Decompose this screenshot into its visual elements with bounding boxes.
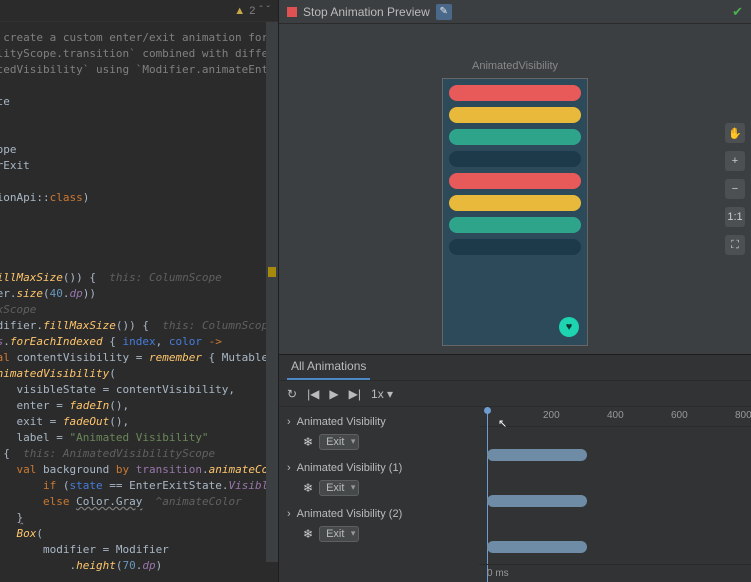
track-row: 331ms <box>479 427 751 473</box>
chevron-right-icon[interactable]: › <box>287 508 291 520</box>
track-bar[interactable] <box>487 495 587 507</box>
track-row: 331ms <box>479 519 751 565</box>
bottom-ruler: 0 ms <box>479 564 751 582</box>
preview-bar <box>449 217 581 233</box>
track-bar[interactable] <box>487 541 587 553</box>
animations-panel: All Animations ↻ |◀ ▶ ▶| 1x ▾ › Animated… <box>279 354 751 582</box>
chevron-right-icon[interactable]: › <box>287 416 291 428</box>
device-frame: ♥ <box>442 78 588 346</box>
chevron-right-icon[interactable]: › <box>287 462 291 474</box>
pan-tool-button[interactable]: ✋ <box>725 123 745 143</box>
step-back-button[interactable]: |◀ <box>307 387 319 401</box>
animation-item: › Animated Visibility (2) ❄ Exit <box>287 505 471 545</box>
code-editor-pane: ▲ 2 ˆ ˇ o create a custom enter/exit ani… <box>0 0 278 582</box>
zoom-fit-button[interactable]: ⛶ <box>725 235 745 255</box>
zoom-reset-button[interactable]: 1:1 <box>725 207 745 227</box>
time-zero-label: 0 ms <box>487 568 509 579</box>
zoom-out-button[interactable]: − <box>725 179 745 199</box>
timeline-ruler[interactable]: 200 400 600 800 <box>479 407 751 427</box>
animation-item: › Animated Visibility ❄ Exit <box>287 413 471 453</box>
preview-toolbar: Stop Animation Preview ✎ ✔ <box>279 0 751 24</box>
preview-component-title: AnimatedVisibility <box>472 60 558 72</box>
state-dropdown[interactable]: Exit <box>319 480 359 496</box>
ruler-tick: 600 <box>671 410 688 421</box>
preview-bar <box>449 173 581 189</box>
freeze-icon[interactable]: ❄ <box>303 435 313 449</box>
play-button[interactable]: ▶ <box>329 387 338 401</box>
restart-button[interactable]: ↻ <box>287 387 297 401</box>
stop-icon[interactable] <box>287 7 297 17</box>
chevron-up-icon[interactable]: ˆ <box>259 5 262 16</box>
warning-icon: ▲ <box>234 5 245 17</box>
editor-inspections-bar: ▲ 2 ˆ ˇ <box>0 0 278 22</box>
freeze-icon[interactable]: ❄ <box>303 481 313 495</box>
animation-controls: ↻ |◀ ▶ ▶| 1x ▾ <box>279 381 751 407</box>
design-mode-button[interactable]: ✎ <box>436 4 452 20</box>
preview-bar <box>449 151 581 167</box>
fab-heart-icon[interactable]: ♥ <box>559 317 579 337</box>
speed-dropdown[interactable]: 1x ▾ <box>371 387 393 401</box>
animation-item-name[interactable]: Animated Visibility (2) <box>297 508 403 520</box>
freeze-icon[interactable]: ❄ <box>303 527 313 541</box>
state-dropdown[interactable]: Exit <box>319 434 359 450</box>
preview-bar <box>449 107 581 123</box>
stop-animation-label[interactable]: Stop Animation Preview <box>303 5 430 19</box>
scrollbar-marker[interactable] <box>268 267 276 277</box>
chevron-down-icon[interactable]: ˇ <box>267 5 270 16</box>
animation-list: › Animated Visibility ❄ Exit › Animated … <box>279 407 479 582</box>
build-success-icon[interactable]: ✔ <box>732 4 743 20</box>
animation-item-name[interactable]: Animated Visibility <box>297 416 386 428</box>
preview-bar <box>449 85 581 101</box>
preview-zoom-tools: ✋ + − 1:1 ⛶ <box>725 123 745 255</box>
ruler-tick: 800 <box>735 410 751 421</box>
preview-bar <box>449 195 581 211</box>
preview-bar <box>449 129 581 145</box>
warning-count[interactable]: 2 <box>249 5 255 17</box>
zoom-in-button[interactable]: + <box>725 151 745 171</box>
track-bar[interactable] <box>487 449 587 461</box>
preview-bar <box>449 239 581 255</box>
state-dropdown[interactable]: Exit <box>319 526 359 542</box>
animation-tabs: All Animations <box>279 355 751 381</box>
ruler-tick: 400 <box>607 410 624 421</box>
animation-item: › Animated Visibility (1) ❄ Exit <box>287 459 471 499</box>
preview-pane: Stop Animation Preview ✎ ✔ AnimatedVisib… <box>278 0 751 582</box>
step-forward-button[interactable]: ▶| <box>349 387 361 401</box>
preview-surface[interactable]: AnimatedVisibility ♥ ✋ + − 1:1 ⛶ <box>279 24 751 354</box>
track-row: 331ms <box>479 473 751 519</box>
animation-item-name[interactable]: Animated Visibility (1) <box>297 462 403 474</box>
timeline-tracks: 331ms 331ms 331ms <box>479 427 751 565</box>
editor-scrollbar[interactable] <box>266 22 278 562</box>
ruler-tick: 200 <box>543 410 560 421</box>
tab-all-animations[interactable]: All Animations <box>287 354 370 380</box>
timeline[interactable]: 200 400 600 800 ↖ 331ms 331ms <box>479 407 751 582</box>
code-area[interactable]: o create a custom enter/exit animation f… <box>0 22 278 574</box>
